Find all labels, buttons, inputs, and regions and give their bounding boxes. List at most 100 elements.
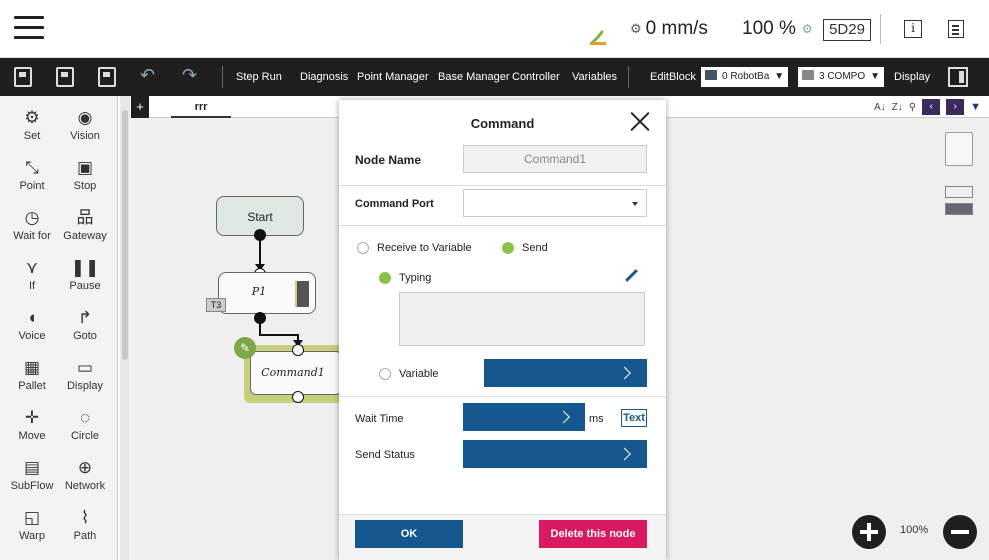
undo-icon[interactable]: ↶ — [140, 65, 155, 86]
palette-item-voice[interactable]: ◖Voice — [5, 302, 59, 352]
send-radio[interactable] — [502, 242, 514, 254]
point-thumbnail — [295, 281, 309, 307]
display-button[interactable]: Display — [894, 58, 930, 96]
variables-button[interactable]: Variables — [572, 58, 617, 96]
palette-item-pause[interactable]: ❚❚Pause — [58, 252, 112, 302]
palette-item-display[interactable]: ▭Display — [58, 352, 112, 402]
palette-label: Point — [5, 180, 59, 192]
scrollbar-thumb[interactable] — [122, 110, 128, 360]
palette-item-circle[interactable]: ◌Circle — [58, 402, 112, 452]
palette-item-move[interactable]: ✛Move — [5, 402, 59, 452]
wait-time-label: Wait Time — [355, 413, 404, 425]
add-tab-button[interactable]: + — [131, 96, 149, 118]
node-name-input[interactable]: Command1 — [463, 145, 647, 173]
point-node-p1[interactable]: P1 — [218, 272, 316, 314]
typing-radio[interactable] — [379, 272, 391, 284]
typing-textarea[interactable] — [399, 292, 645, 346]
pallet-icon: ▦ — [5, 358, 59, 378]
subflow-icon: ▤ — [5, 458, 59, 478]
palette-item-stop[interactable]: ▣Stop — [58, 152, 112, 202]
dialog-title: Command — [339, 116, 666, 131]
tab-rrr[interactable]: rrr — [171, 96, 231, 118]
variable-select-button[interactable] — [484, 359, 647, 387]
palette-item-set[interactable]: ⚙Set — [5, 102, 59, 152]
grid-toggle-icon[interactable] — [945, 186, 973, 198]
palette-item-gateway[interactable]: 品Gateway — [58, 202, 112, 252]
zoom-in-button[interactable] — [852, 515, 886, 549]
hamburger-menu-icon[interactable] — [14, 16, 44, 40]
controller-button[interactable]: Controller — [512, 58, 560, 96]
palette-item-subflow[interactable]: ▤SubFlow — [5, 452, 59, 502]
palette-item-point[interactable]: ⤡Point — [5, 152, 59, 202]
pencil-icon[interactable] — [625, 270, 637, 282]
chevron-right-icon — [557, 411, 570, 424]
wait-time-button[interactable] — [463, 403, 585, 431]
speed-value: 0 mm/s — [646, 18, 708, 40]
variable-radio[interactable] — [379, 368, 391, 380]
tool-tag: T3 — [206, 298, 226, 312]
divider — [628, 66, 629, 88]
palette-label: Gateway — [58, 230, 112, 242]
set-icon: ⚙ — [5, 108, 59, 128]
display-panel-icon[interactable] — [948, 67, 968, 87]
zoom-out-button[interactable] — [943, 515, 977, 549]
diagnosis-button[interactable]: Diagnosis — [300, 58, 348, 96]
controller-id-badge[interactable]: 5D29 — [823, 19, 871, 41]
send-status-label: Send Status — [355, 449, 415, 461]
sort-az-icon[interactable]: A↓ — [874, 102, 886, 113]
open-project-icon[interactable] — [56, 67, 74, 87]
move-icon: ✛ — [5, 408, 59, 428]
palette-item-warp[interactable]: ◱Warp — [5, 502, 59, 552]
top-status-bar: ⚙ 0 mm/s 100 % ⚙ 5D29 i — [0, 0, 989, 58]
palette-label: Voice — [5, 330, 59, 342]
palette-item-pallet[interactable]: ▦Pallet — [5, 352, 59, 402]
divider — [222, 66, 223, 88]
speed-percent[interactable]: 100 % ⚙ — [742, 0, 813, 58]
ok-button[interactable]: OK — [355, 520, 463, 548]
next-icon[interactable]: › — [946, 99, 964, 115]
search-icon[interactable]: ⚲ — [909, 102, 916, 113]
send-status-button[interactable] — [463, 440, 647, 468]
node-palette: ⚙Set ◉Vision ⤡Point ▣Stop ◷Wait for 品Gat… — [0, 96, 118, 560]
sort-za-icon[interactable]: Z↓ — [892, 102, 903, 113]
point-manager-button[interactable]: Point Manager — [357, 58, 429, 96]
base-manager-button[interactable]: Base Manager — [438, 58, 510, 96]
text-button[interactable]: Text — [621, 409, 647, 427]
palette-item-vision[interactable]: ◉Vision — [58, 102, 112, 152]
vision-icon: ◉ — [58, 108, 112, 128]
dropdown-icon[interactable]: ▼ — [970, 101, 981, 113]
save-project-icon[interactable] — [98, 67, 116, 87]
base-select[interactable]: 0 RobotBa▼ — [701, 67, 788, 87]
canvas-tools: A↓ Z↓ ⚲ ‹ › ▼ — [874, 99, 981, 115]
node-name-label: Node Name — [355, 153, 421, 167]
layout-icon[interactable] — [945, 132, 973, 166]
chevron-right-icon — [618, 448, 631, 461]
off-toggle-icon[interactable] — [945, 203, 973, 215]
command-port-label: Command Port — [355, 198, 434, 210]
speed-icon: ⚙ — [630, 21, 642, 37]
delete-node-button[interactable]: Delete this node — [539, 520, 647, 548]
palette-item-network[interactable]: ⊕Network — [58, 452, 112, 502]
redo-icon[interactable]: ↷ — [182, 65, 197, 86]
chevron-right-icon — [618, 367, 631, 380]
prev-icon[interactable]: ‹ — [922, 99, 940, 115]
palette-scrollbar[interactable] — [120, 96, 130, 560]
step-run-button[interactable]: Step Run — [236, 58, 282, 96]
info-icon[interactable]: i — [904, 20, 922, 38]
new-project-icon[interactable] — [14, 67, 32, 87]
tool-select[interactable]: 3 COMPO▼ — [798, 67, 884, 87]
palette-item-if[interactable]: ⋎If — [5, 252, 59, 302]
palette-item-goto[interactable]: ↱Goto — [58, 302, 112, 352]
notes-icon[interactable] — [948, 20, 964, 38]
palette-item-wait-for[interactable]: ◷Wait for — [5, 202, 59, 252]
edit-pencil-icon[interactable]: ✎ — [234, 337, 256, 359]
palette-label: Goto — [58, 330, 112, 342]
divider — [880, 14, 881, 44]
palette-label: Stop — [58, 180, 112, 192]
receive-to-variable-radio[interactable] — [357, 242, 369, 254]
close-icon[interactable] — [629, 110, 651, 132]
edit-block-button[interactable]: EditBlock — [650, 58, 696, 96]
palette-item-path[interactable]: ⌇Path — [58, 502, 112, 552]
zoom-level: 100% — [900, 524, 928, 536]
command-port-select[interactable] — [463, 189, 647, 217]
